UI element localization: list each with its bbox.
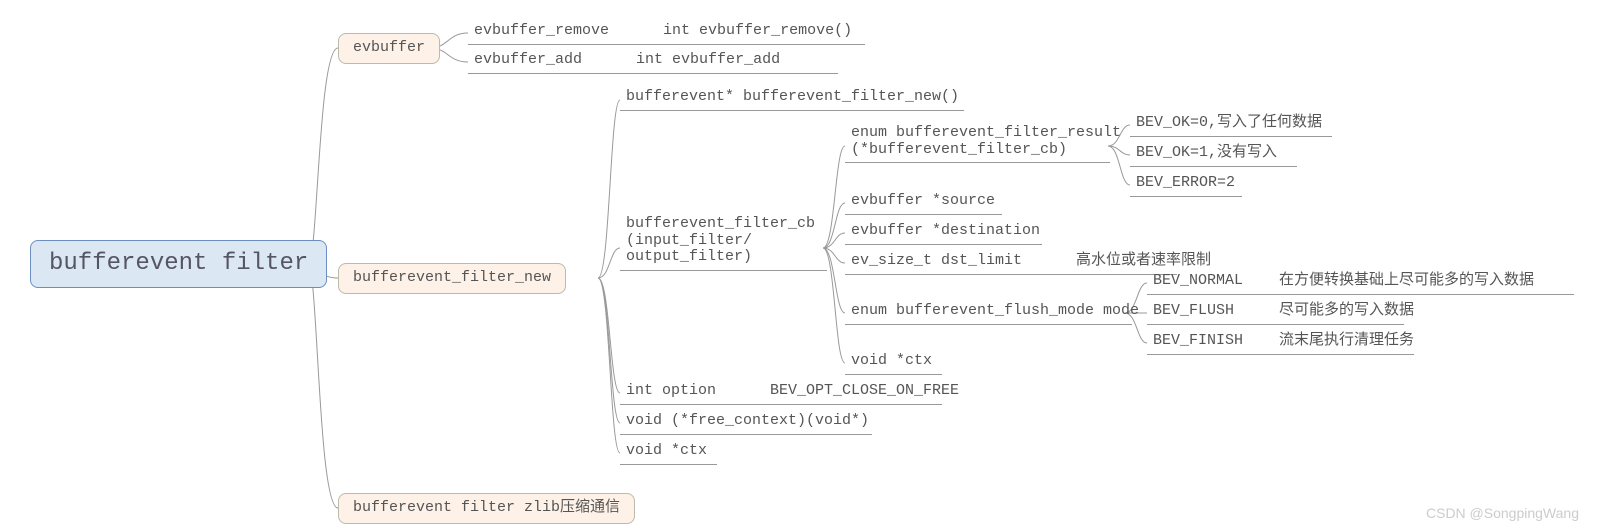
leaf-int-option: int option BEV_OPT_CLOSE_ON_FREE	[620, 380, 942, 405]
leaf-filter-new-sig: bufferevent* bufferevent_filter_new()	[620, 86, 964, 111]
watermark: CSDN @SongpingWang	[1426, 505, 1579, 521]
bev-finish-label: BEV_FINISH	[1153, 332, 1243, 349]
leaf-bev-flush: BEV_FLUSH 尽可能多的写入数据	[1147, 300, 1404, 325]
dst-limit-note: 高水位或者速率限制	[1076, 252, 1211, 269]
leaf-void-ctx-inner: void *ctx	[845, 350, 942, 375]
leaf-flush-mode: enum bufferevent_flush_mode mode	[845, 300, 1132, 325]
leaf-bev-finish: BEV_FINISH 流末尾执行清理任务	[1147, 330, 1414, 355]
evbuffer-add-label: evbuffer_add	[474, 51, 582, 68]
bev-normal-note: 在方便转换基础上尽可能多的写入数据	[1279, 272, 1534, 289]
dst-limit-label: ev_size_t dst_limit	[851, 252, 1022, 269]
leaf-void-ctx-outer: void *ctx	[620, 440, 717, 465]
evbuffer-remove-sig: int evbuffer_remove()	[663, 22, 852, 39]
evbuffer-add-sig: int evbuffer_add	[636, 51, 780, 68]
leaf-evbuffer-add: evbuffer_add int evbuffer_add	[468, 49, 838, 74]
leaf-bev-error: BEV_ERROR=2	[1130, 172, 1242, 197]
leaf-bev-ok0: BEV_OK=0,写入了任何数据	[1130, 112, 1332, 137]
evbuffer-remove-label: evbuffer_remove	[474, 22, 609, 39]
leaf-evbuffer-remove: evbuffer_remove int evbuffer_remove()	[468, 20, 865, 45]
leaf-bev-ok1: BEV_OK=1,没有写入	[1130, 142, 1297, 167]
node-evbuffer: evbuffer	[338, 33, 440, 64]
int-option-note: BEV_OPT_CLOSE_ON_FREE	[770, 382, 959, 399]
leaf-filter-cb: bufferevent_filter_cb (input_filter/ out…	[620, 213, 827, 271]
bev-normal-label: BEV_NORMAL	[1153, 272, 1243, 289]
leaf-evbuffer-source: evbuffer *source	[845, 190, 1002, 215]
leaf-free-context: void (*free_context)(void*)	[620, 410, 872, 435]
root-node: bufferevent filter	[30, 240, 327, 288]
leaf-bev-normal: BEV_NORMAL 在方便转换基础上尽可能多的写入数据	[1147, 270, 1574, 295]
leaf-enum-result: enum bufferevent_filter_result (*buffere…	[845, 122, 1110, 163]
leaf-evbuffer-destination: evbuffer *destination	[845, 220, 1042, 245]
bev-finish-note: 流末尾执行清理任务	[1279, 332, 1414, 349]
int-option-label: int option	[626, 382, 716, 399]
bev-flush-label: BEV_FLUSH	[1153, 302, 1234, 319]
node-zlib: bufferevent filter zlib压缩通信	[338, 493, 635, 524]
leaf-dst-limit: ev_size_t dst_limit 高水位或者速率限制	[845, 250, 1177, 275]
bev-flush-note: 尽可能多的写入数据	[1279, 302, 1414, 319]
node-filter-new: bufferevent_filter_new	[338, 263, 566, 294]
